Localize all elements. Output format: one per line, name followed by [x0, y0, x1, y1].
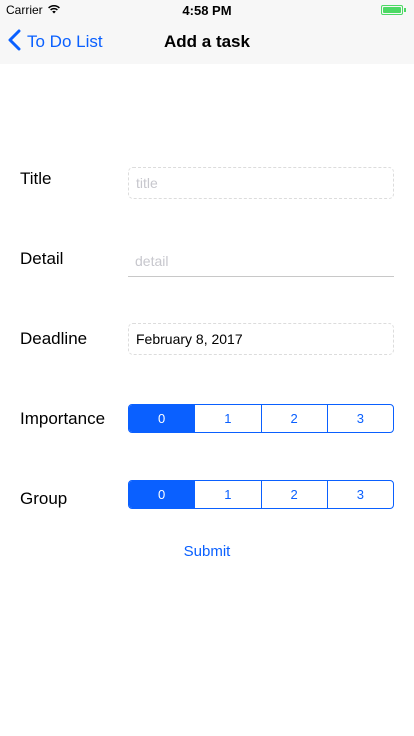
battery-icon: [381, 5, 406, 15]
importance-segment[interactable]: 3: [326, 405, 393, 432]
deadline-label: Deadline: [20, 329, 88, 348]
group-segment[interactable]: 0: [129, 481, 195, 508]
title-label: Title: [20, 169, 52, 188]
group-segmented-control: 0 1 2 3: [128, 480, 394, 509]
group-segment[interactable]: 3: [326, 481, 393, 508]
detail-input[interactable]: [128, 245, 394, 277]
status-bar: Carrier 4:58 PM: [0, 0, 414, 20]
battery-body: [381, 5, 403, 15]
navigation-bar: Add a task To Do List: [0, 20, 414, 64]
importance-segment[interactable]: 0: [129, 405, 195, 432]
group-label: Group: [20, 489, 68, 508]
battery-fill: [383, 7, 401, 13]
importance-segmented-control: 0 1 2 3: [128, 404, 394, 433]
group-segment[interactable]: 1: [194, 481, 260, 508]
status-time: 4:58 PM: [182, 3, 232, 18]
detail-label: Detail: [20, 249, 64, 268]
back-button[interactable]: To Do List: [8, 20, 103, 64]
chevron-left-icon: [8, 29, 21, 56]
battery-tip: [404, 8, 406, 12]
back-button-label: To Do List: [27, 32, 103, 51]
deadline-value: February 8, 2017: [136, 331, 243, 347]
submit-button[interactable]: Submit: [0, 543, 414, 560]
group-segment[interactable]: 2: [260, 481, 327, 508]
deadline-field[interactable]: February 8, 2017: [128, 323, 394, 355]
importance-segment[interactable]: 2: [260, 405, 327, 432]
title-input[interactable]: [128, 167, 394, 199]
importance-segment[interactable]: 1: [194, 405, 260, 432]
importance-label: Importance: [20, 409, 106, 428]
